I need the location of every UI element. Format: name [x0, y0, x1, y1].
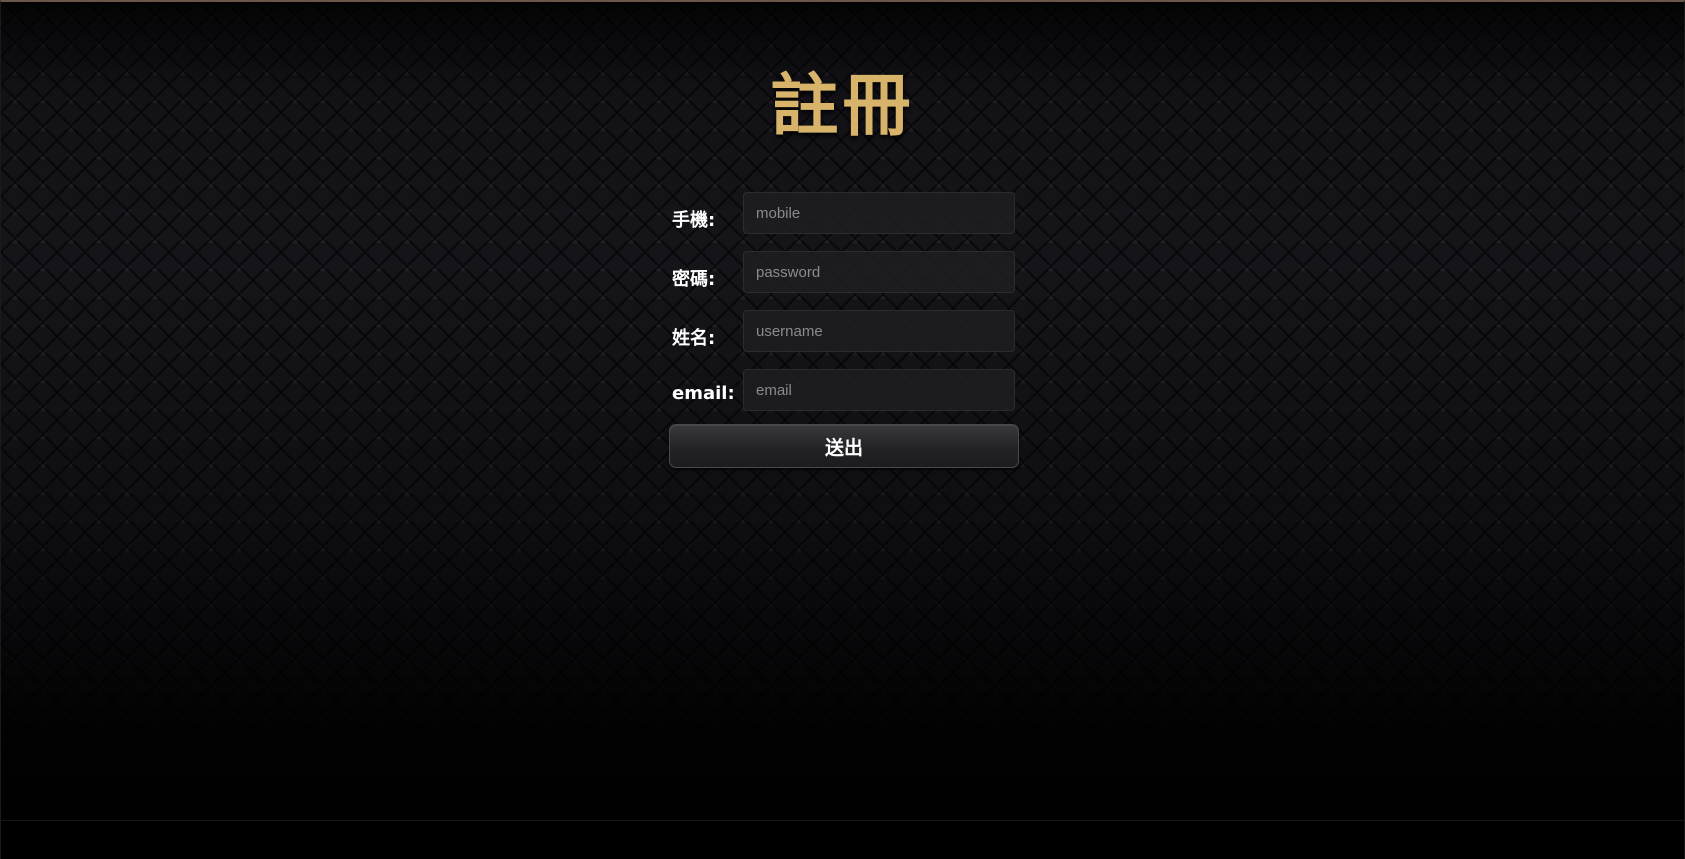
submit-button[interactable]: 送出 — [669, 424, 1019, 468]
username-input[interactable] — [743, 310, 1015, 352]
registration-form: 手機: 密碼: 姓名: email: 送出 — [669, 192, 1019, 468]
page-title: 註冊 — [770, 67, 915, 146]
email-input[interactable] — [743, 369, 1015, 411]
password-input[interactable] — [743, 251, 1015, 293]
mobile-row: 手機: — [669, 192, 1019, 234]
page-viewport: 註冊 手機: 密碼: 姓名: email: 送出 — [0, 0, 1685, 859]
username-row: 姓名: — [669, 310, 1019, 352]
main-content: 註冊 手機: 密碼: 姓名: email: 送出 — [1, 2, 1684, 859]
email-label: email: — [672, 383, 735, 404]
password-label: 密碼: — [672, 269, 716, 290]
email-row: email: — [669, 369, 1019, 411]
mobile-input[interactable] — [743, 192, 1015, 234]
mobile-label: 手機: — [672, 210, 716, 231]
password-row: 密碼: — [669, 251, 1019, 293]
username-label: 姓名: — [672, 328, 716, 349]
